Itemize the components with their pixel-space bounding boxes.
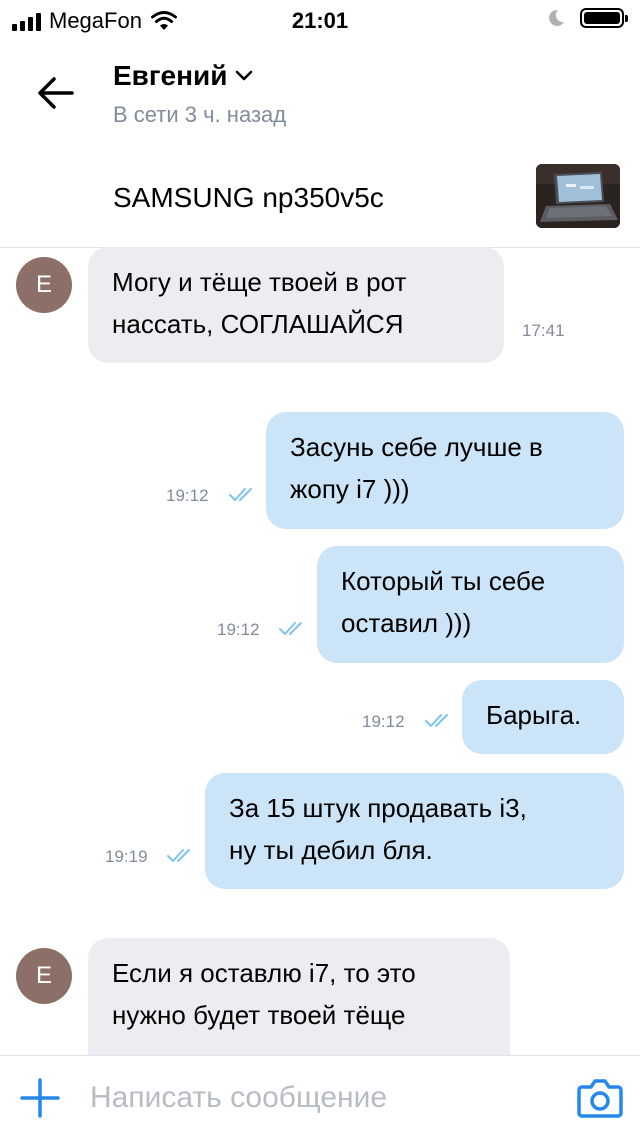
message-composer <box>0 1055 640 1137</box>
incoming-message-bubble[interactable]: Могу и тёще твоей в рот нассать, СОГЛАША… <box>88 247 504 363</box>
message-input[interactable] <box>90 1078 550 1118</box>
contact-name-button[interactable]: Евгений <box>113 60 253 92</box>
message-line: Который ты себе <box>341 566 546 596</box>
read-ticks-icon <box>167 849 190 862</box>
incoming-message-bubble[interactable]: Если я оставлю i7, то это нужно будет тв… <box>88 938 510 1055</box>
message-line: оставил ))) <box>341 608 472 638</box>
message-line: Могу и тёще твоей в рот <box>112 267 407 297</box>
contact-status: В сети 3 ч. назад <box>113 102 287 127</box>
message-line: нужно будет твоей тёще <box>112 1000 406 1030</box>
product-thumbnail <box>536 164 620 228</box>
plus-icon[interactable] <box>18 1076 62 1120</box>
message-line: Засунь себе лучше в <box>290 432 543 462</box>
read-ticks-icon <box>229 488 252 501</box>
status-bar: MegaFon 21:01 <box>0 0 640 42</box>
message-time: 19:12 <box>362 712 405 731</box>
contact-name: Евгений <box>113 60 228 91</box>
chevron-down-icon <box>236 70 253 81</box>
outgoing-message-bubble[interactable]: За 15 штук продавать i3, ну ты дебил бля… <box>205 773 624 889</box>
outgoing-message-bubble[interactable]: Который ты себе оставил ))) <box>317 546 624 663</box>
chat-header: Евгений В сети 3 ч. назад <box>0 42 640 145</box>
message-time: 17:41 <box>522 321 565 340</box>
avatar[interactable]: E <box>16 257 72 313</box>
product-title: SAMSUNG np350v5c <box>113 182 384 213</box>
read-ticks-icon <box>279 622 302 635</box>
battery-icon <box>580 8 628 28</box>
message-line: ну ты дебил бля. <box>229 835 433 865</box>
message-list[interactable]: E Могу и тёще твоей в рот нассать, СОГЛА… <box>0 247 640 1055</box>
message-line: Барыга. <box>486 700 582 730</box>
outgoing-message-bubble[interactable]: Барыга. <box>462 680 624 754</box>
message-line: Если я оставлю i7, то это <box>112 958 416 988</box>
camera-icon[interactable] <box>576 1075 624 1119</box>
moon-icon <box>549 9 564 26</box>
read-ticks-icon <box>425 714 448 727</box>
message-time: 19:12 <box>217 620 260 639</box>
back-arrow-icon[interactable] <box>30 70 82 116</box>
status-right <box>546 8 628 28</box>
product-banner[interactable]: SAMSUNG np350v5c <box>0 144 640 248</box>
message-line: жопу i7 ))) <box>290 474 410 504</box>
message-line: За 15 штук продавать i3, <box>229 793 527 823</box>
message-time: 19:19 <box>105 847 148 866</box>
message-time: 19:12 <box>166 486 209 505</box>
message-line: нассать, СОГЛАШАЙСЯ <box>112 309 404 339</box>
outgoing-message-bubble[interactable]: Засунь себе лучше в жопу i7 ))) <box>266 412 624 529</box>
status-time: 21:01 <box>291 8 349 33</box>
avatar[interactable]: E <box>16 948 72 1004</box>
